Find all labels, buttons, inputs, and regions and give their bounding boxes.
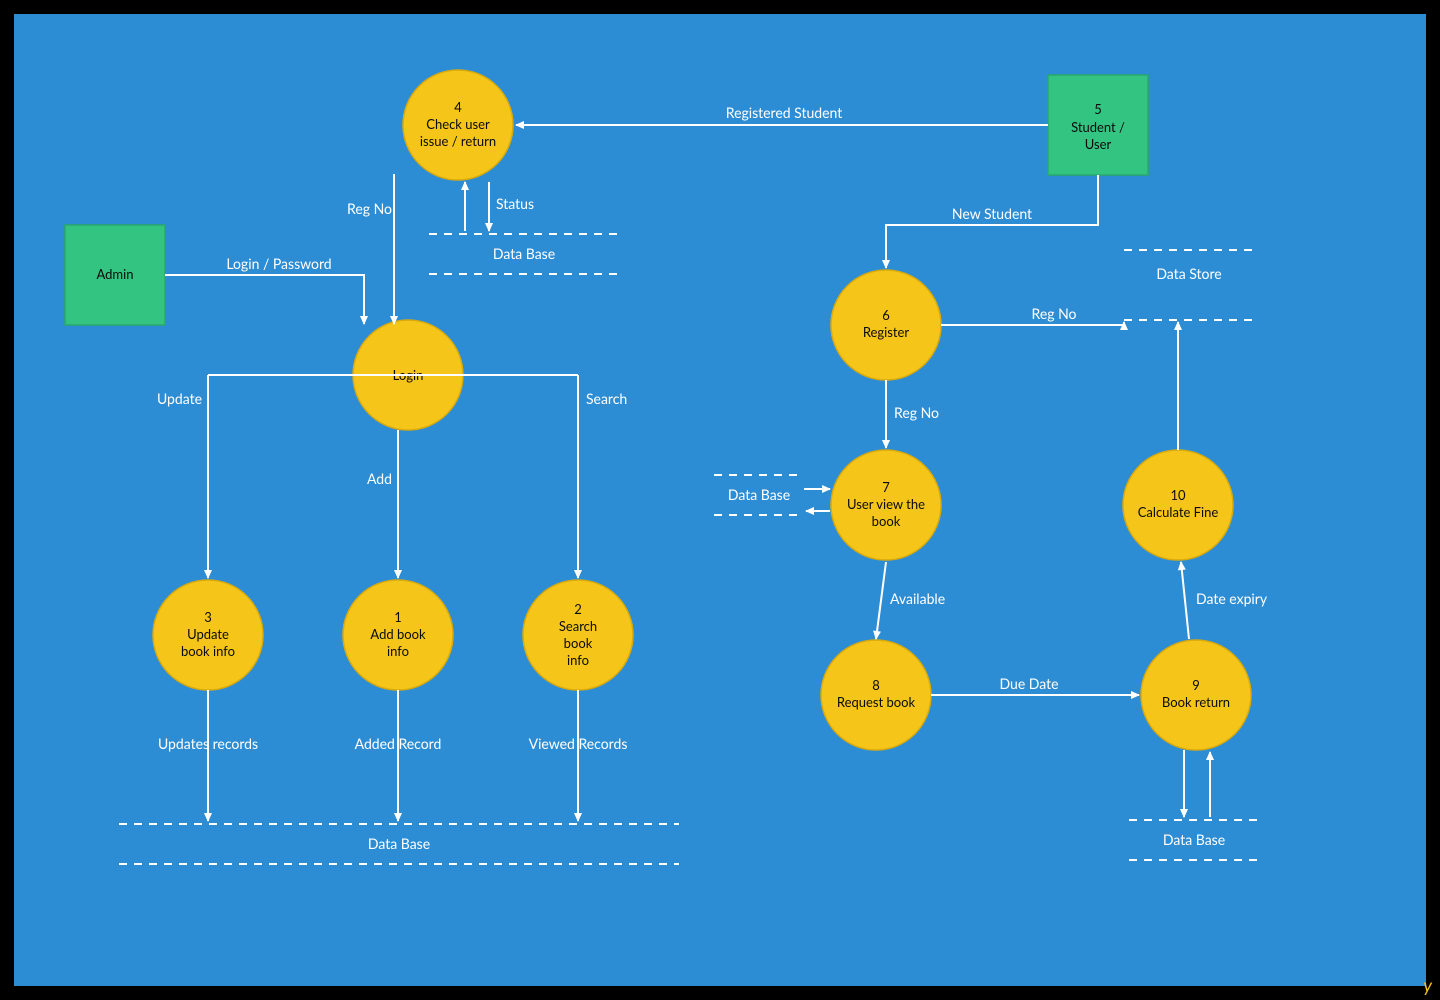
entity-student-l2: User <box>1085 136 1112 152</box>
svg-text:6: 6 <box>882 307 890 323</box>
svg-text:10: 10 <box>1170 487 1186 503</box>
svg-text:Status: Status <box>496 195 534 212</box>
svg-text:Search: Search <box>559 618 597 634</box>
svg-text:7: 7 <box>882 479 890 495</box>
process-update-book: 3 Update book info <box>153 580 263 690</box>
svg-text:Updates records: Updates records <box>158 735 258 752</box>
svg-text:Login / Password: Login / Password <box>226 255 331 272</box>
svg-text:Due Date: Due Date <box>999 675 1058 692</box>
process-book-return: 9 Book return <box>1141 640 1251 750</box>
process-add-book: 1 Add book info <box>343 580 453 690</box>
svg-text:8: 8 <box>872 677 880 693</box>
svg-text:Data Base: Data Base <box>1163 831 1225 848</box>
process-check-user-num: 4 <box>454 99 462 115</box>
svg-text:9: 9 <box>1192 677 1200 693</box>
svg-text:info: info <box>567 652 589 668</box>
svg-text:Reg No: Reg No <box>894 404 939 421</box>
entity-admin-label: Admin <box>96 266 133 282</box>
process-view-book: 7 User view the book <box>831 450 941 560</box>
svg-text:book: book <box>564 635 593 651</box>
flow-admin-login <box>165 275 364 324</box>
svg-text:1: 1 <box>394 609 402 625</box>
svg-text:New Student: New Student <box>952 205 1032 222</box>
svg-text:User view the: User view the <box>847 496 925 512</box>
process-search-book: 2 Search book info <box>523 580 633 690</box>
flow-return-fine <box>1181 562 1189 639</box>
datastore-books: Data Base <box>119 824 679 864</box>
svg-text:info: info <box>387 643 409 659</box>
process-register: 6 Register <box>831 270 941 380</box>
svg-text:Viewed Records: Viewed Records <box>529 735 628 752</box>
svg-text:Add: Add <box>367 470 392 487</box>
entity-student-l1: Student / <box>1071 119 1125 135</box>
process-request-book: 8 Request book <box>821 640 931 750</box>
svg-text:issue / return: issue / return <box>420 133 496 149</box>
process-check-user: 4 Check user issue / return <box>403 70 513 180</box>
datastore-reg: Data Store <box>1124 250 1254 320</box>
svg-text:Add book: Add book <box>370 626 426 642</box>
svg-text:Request book: Request book <box>837 694 916 710</box>
entity-admin: Admin <box>65 225 165 325</box>
svg-text:Calculate Fine: Calculate Fine <box>1138 504 1219 520</box>
entity-student-num: 5 <box>1094 101 1102 117</box>
svg-text:Update: Update <box>157 390 202 407</box>
svg-text:3: 3 <box>204 609 212 625</box>
svg-text:Available: Available <box>890 590 945 607</box>
datastore-check: Data Base <box>429 234 619 274</box>
flow-register-ds <box>941 322 1124 325</box>
svg-text:Data Base: Data Base <box>493 245 555 262</box>
svg-text:Update: Update <box>187 626 229 642</box>
svg-text:2: 2 <box>574 601 582 617</box>
svg-text:Reg No: Reg No <box>1032 305 1077 322</box>
svg-text:Register: Register <box>863 324 910 340</box>
svg-text:book info: book info <box>181 643 235 659</box>
process-calc-fine: 10 Calculate Fine <box>1123 450 1233 560</box>
svg-text:Data Base: Data Base <box>368 835 430 852</box>
svg-text:Search: Search <box>586 390 627 407</box>
datastore-view: Data Base <box>714 475 804 515</box>
svg-text:Date expiry: Date expiry <box>1196 590 1268 607</box>
svg-text:Book return: Book return <box>1162 694 1230 710</box>
svg-text:Added Record: Added Record <box>355 735 442 752</box>
datastore-return: Data Base <box>1129 820 1259 860</box>
svg-text:Registered Student: Registered Student <box>726 104 842 121</box>
svg-text:Check user: Check user <box>426 116 490 132</box>
flow-view-request <box>876 562 886 639</box>
svg-text:Reg No: Reg No <box>347 200 392 217</box>
svg-text:book: book <box>872 513 901 529</box>
svg-text:Data Base: Data Base <box>728 486 790 503</box>
svg-text:Data Store: Data Store <box>1156 265 1221 282</box>
entity-student-user: 5 Student / User <box>1048 75 1148 175</box>
